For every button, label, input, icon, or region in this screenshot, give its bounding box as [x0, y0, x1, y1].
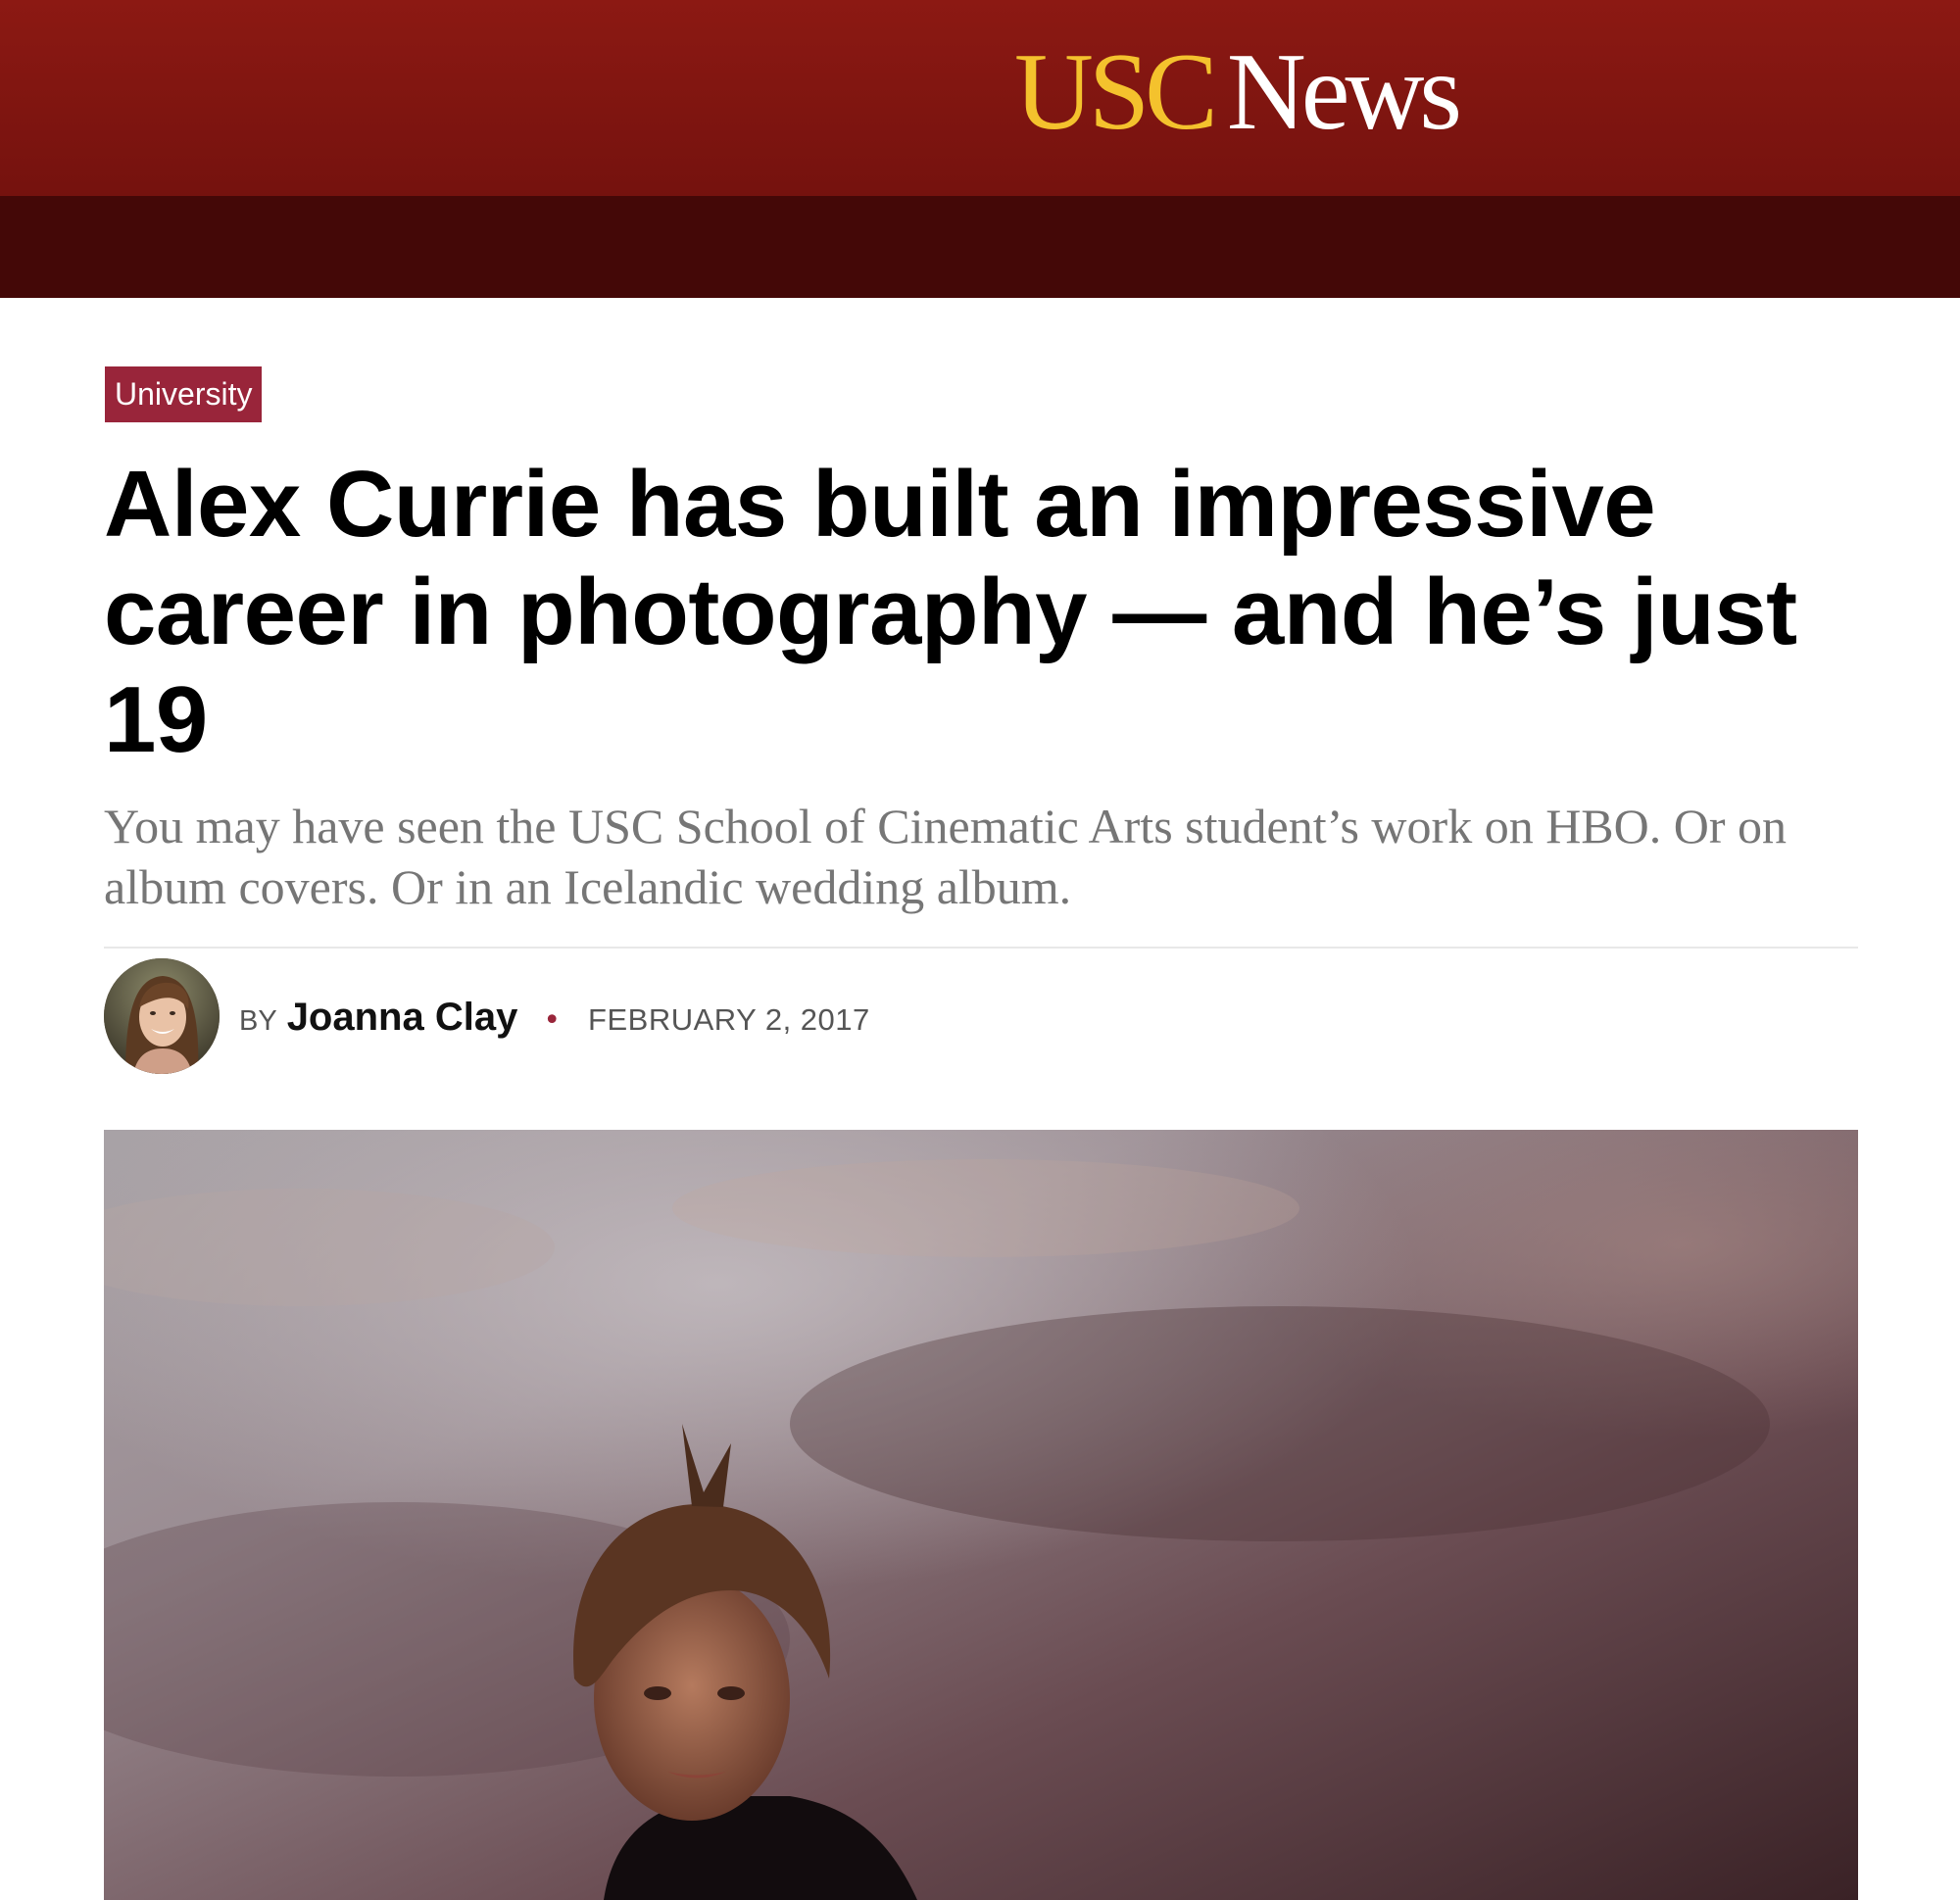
byline: BY Joanna Clay • FEBRUARY 2, 2017 — [239, 996, 870, 1045]
byline-divider — [104, 947, 1858, 949]
byline-separator: • — [543, 1003, 562, 1038]
hero-photo[interactable] — [104, 1130, 1858, 1900]
logo-news-text: News — [1226, 31, 1462, 153]
usc-news-logo[interactable]: USC News — [1014, 31, 1462, 153]
category-tag[interactable]: University — [105, 366, 263, 422]
author-avatar[interactable] — [104, 958, 220, 1074]
header-top-bar: USC News — [0, 0, 1960, 196]
article-headline: Alex Currie has built an impressive care… — [104, 452, 1797, 772]
publish-date: FEBRUARY 2, 2017 — [588, 1002, 870, 1037]
hero-photo-icon — [104, 1130, 1858, 1900]
by-label: BY — [239, 1005, 277, 1037]
author-photo-icon — [104, 958, 220, 1074]
author-name-link[interactable]: Joanna Clay — [287, 996, 518, 1040]
article-deck: You may have seen the USC School of Cine… — [104, 799, 1788, 914]
logo-usc-text: USC — [1014, 31, 1218, 153]
header-nav-bar — [0, 196, 1960, 298]
